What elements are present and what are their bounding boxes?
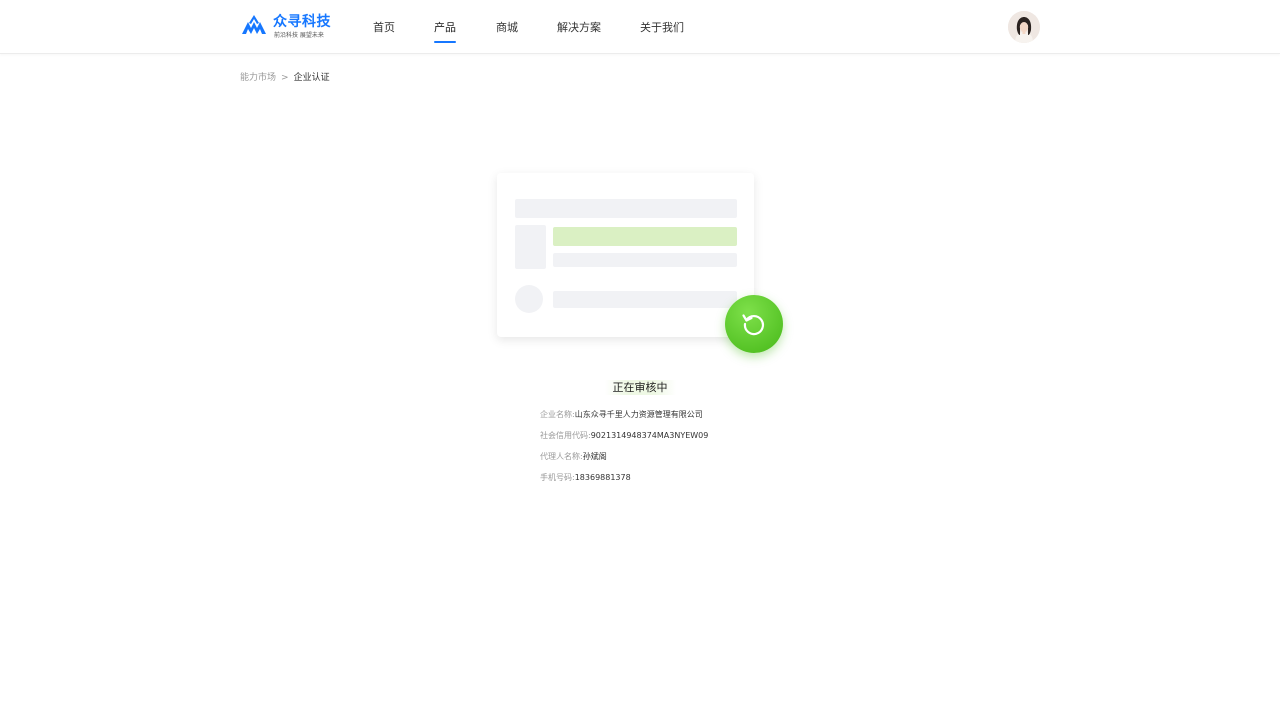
top-header: 众寻科技 前沿科技 展望未来 首页 产品 商城 解决方案 关于我们: [0, 0, 1280, 54]
brand-logo-icon: [242, 15, 266, 34]
nav-about-us[interactable]: 关于我们: [640, 19, 684, 35]
user-avatar-icon: [1008, 11, 1040, 43]
placeholder-bar-highlight: [553, 227, 737, 246]
review-illustration-card: [497, 173, 754, 337]
detail-value: 孙斌阁: [582, 452, 607, 461]
detail-row-company-name: 企业名称:山东众寻千里人力资源管理有限公司: [540, 409, 703, 420]
placeholder-thumbnail: [515, 225, 546, 269]
detail-row-phone: 手机号码:18369881378: [540, 472, 631, 483]
brand-logo[interactable]: 众寻科技 前沿科技 展望未来: [241, 11, 333, 41]
detail-value: 9021314948374MA3NYEW09: [590, 431, 709, 440]
detail-value: 18369881378: [574, 473, 631, 482]
detail-row-agent-name: 代理人名称:孙斌阁: [540, 451, 607, 462]
user-avatar[interactable]: [1008, 11, 1040, 43]
detail-value: 山东众寻千里人力资源管理有限公司: [574, 410, 703, 419]
detail-label: 手机号码:: [540, 473, 575, 482]
nav-solutions[interactable]: 解决方案: [557, 19, 601, 35]
detail-label: 企业名称:: [540, 410, 575, 419]
placeholder-bar-header: [515, 199, 737, 218]
breadcrumb: 能力市场 > 企业认证: [240, 70, 330, 83]
nav-active-indicator: [434, 41, 456, 43]
detail-label: 代理人名称:: [540, 452, 583, 461]
nav-home[interactable]: 首页: [373, 19, 395, 35]
refresh-icon: [742, 314, 765, 336]
brand-slogan: 前沿科技 展望未来: [274, 32, 324, 39]
placeholder-bar-footer: [553, 291, 737, 308]
detail-row-credit-code: 社会信用代码:9021314948374MA3NYEW09: [540, 430, 708, 441]
placeholder-bar-line: [553, 253, 737, 267]
review-status-text: 正在审核中: [604, 380, 676, 395]
breadcrumb-current: 企业认证: [293, 73, 330, 83]
breadcrumb-separator: >: [281, 73, 289, 83]
nav-products[interactable]: 产品: [434, 19, 456, 35]
brand-name: 众寻科技: [273, 14, 331, 30]
refresh-status-button[interactable]: [725, 295, 783, 353]
breadcrumb-parent-link[interactable]: 能力市场: [240, 73, 276, 83]
nav-mall[interactable]: 商城: [496, 19, 518, 35]
review-status-title: 正在审核中: [0, 379, 1280, 395]
placeholder-circle: [515, 285, 543, 313]
detail-label: 社会信用代码:: [540, 431, 591, 440]
